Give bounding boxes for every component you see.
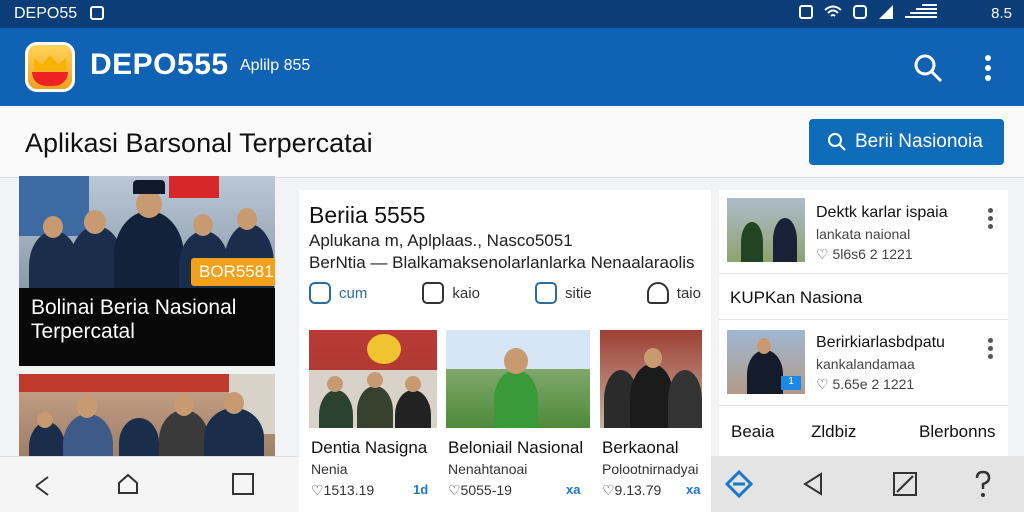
featured-line1: Aplukana m, Aplplaas., Nasco5051 xyxy=(309,231,573,250)
app-nav-bar xyxy=(711,456,1024,512)
page-title: Aplikasi Barsonal Terpercatai xyxy=(25,128,373,158)
thumb-sub: Nenia xyxy=(311,461,348,477)
thumb-sub: Nenahtanoai xyxy=(448,461,528,477)
list-meta: Blerbonns xyxy=(919,422,996,441)
share-icon xyxy=(646,282,669,304)
list-meta: ♡ 5l6s6 2 1221 xyxy=(816,246,913,262)
back-nav-icon[interactable] xyxy=(34,473,60,499)
tag-cum[interactable]: cum xyxy=(309,282,367,304)
home-nav-icon[interactable] xyxy=(116,472,140,496)
notification-icon xyxy=(90,6,104,20)
tag-taio[interactable]: taio xyxy=(646,282,701,304)
recents-nav-icon[interactable] xyxy=(232,473,254,495)
thumb-label: 1d xyxy=(413,482,429,497)
list-title: Dektk karlar ispaia xyxy=(816,204,948,221)
wifi-icon xyxy=(824,5,842,17)
list-meta: ♡ 5.65e 2 1221 xyxy=(816,376,915,392)
crown-icon xyxy=(34,55,66,71)
search-icon xyxy=(828,133,846,151)
battery-icon xyxy=(905,4,937,18)
thumb-card[interactable]: Dentia Nasigna Nenia ♡1513.19 1d xyxy=(309,330,437,512)
thumb-title: Dentia Nasigna xyxy=(311,438,428,457)
featured-title: Beriia 5555 xyxy=(309,202,426,228)
app-name: DEPO555 xyxy=(90,48,229,81)
thumb-meta: ♡5055-19 xyxy=(448,482,512,498)
secondary-news-card[interactable] xyxy=(19,374,275,460)
app-logo xyxy=(25,42,75,92)
heading-row: Aplikasi Barsonal Terpercatai Berii Nasi… xyxy=(0,106,1024,178)
list-item[interactable]: Dektk karlar ispaia lankata naional ♡ 5l… xyxy=(719,190,1008,274)
thumb-title: Berkaonal xyxy=(602,438,679,457)
tag-kaio[interactable]: kaio xyxy=(422,282,480,304)
list-sub: kankalandamaa xyxy=(816,356,915,372)
thumb-photo xyxy=(446,330,590,428)
hero-card[interactable]: BOR5581 Bolinai Beria Nasional Terpercat… xyxy=(19,176,275,366)
thumb-meta: ♡9.13.79 xyxy=(602,482,662,498)
list-item[interactable]: Beaia Zldbiz Blerbonns xyxy=(719,406,1008,456)
thumb-sub: Polootnirnadyai xyxy=(602,461,699,477)
list-sub: Zldbiz xyxy=(811,422,857,441)
more-vert-icon[interactable] xyxy=(988,208,994,232)
thumb-photo xyxy=(600,330,702,428)
thumb-photo xyxy=(309,330,437,428)
news-button[interactable]: Berii Nasionoia xyxy=(809,119,1004,165)
list-thumb xyxy=(727,198,805,262)
help-icon[interactable] xyxy=(973,470,993,498)
list-title: Berirkiarlasbdpatu xyxy=(816,334,945,351)
tag-sitie[interactable]: sitie xyxy=(535,282,592,304)
chart-icon xyxy=(535,282,558,304)
news-thumbnails: Dentia Nasigna Nenia ♡1513.19 1d Belonia… xyxy=(299,324,711,512)
list-item[interactable]: KUPKan Nasiona xyxy=(719,274,1008,320)
thumb-label: xa xyxy=(686,482,701,497)
status-time: 8.5 xyxy=(991,5,1012,22)
status-bar: DEPO55 8.5 xyxy=(0,0,1024,28)
list-item[interactable]: 1 Berirkiarlasbdpatu kankalandamaa ♡ 5.6… xyxy=(719,320,1008,406)
alarm-icon xyxy=(799,5,813,19)
more-vert-icon xyxy=(985,55,991,81)
navigate-icon[interactable] xyxy=(725,470,753,498)
list-title: KUPKan Nasiona xyxy=(730,288,863,307)
smile-icon xyxy=(309,282,331,304)
side-news-list: Dektk karlar ispaia lankata naional ♡ 5l… xyxy=(719,190,1008,456)
sync-icon xyxy=(853,5,867,19)
system-nav-bar xyxy=(0,456,299,512)
featured-card[interactable]: Beriia 5555 Aplukana m, Aplplaas., Nasco… xyxy=(299,190,711,324)
minus-box-icon xyxy=(422,282,445,304)
thumb-card[interactable]: Berkaonal Polootnirnadyai ♡9.13.79 xa xyxy=(600,330,702,512)
thumb-card[interactable]: Beloniail Nasional Nenahtanoai ♡5055-19 … xyxy=(446,330,590,512)
hero-badge: BOR5581 xyxy=(191,258,275,286)
list-badge: 1 xyxy=(781,376,801,390)
back-icon[interactable] xyxy=(801,472,825,496)
list-thumb: 1 xyxy=(727,330,805,394)
featured-tags: cum kaio sitie taio xyxy=(309,282,701,304)
thumb-meta: ♡1513.19 xyxy=(311,482,375,498)
overflow-menu-button[interactable] xyxy=(976,50,1000,86)
more-vert-icon[interactable] xyxy=(988,338,994,362)
thumb-label: xa xyxy=(566,482,581,497)
search-icon xyxy=(914,54,943,83)
list-sub: lankata naional xyxy=(816,226,911,242)
featured-line2: BerNtia — Blalkamaksenolarlanlarka Nenaa… xyxy=(309,253,695,272)
edit-icon[interactable] xyxy=(893,472,917,496)
status-icons xyxy=(798,4,938,20)
app-bar: DEPO555 Aplilp 855 xyxy=(0,28,1024,106)
status-title: DEPO55 xyxy=(14,5,78,22)
signal-icon xyxy=(879,5,893,19)
news-button-label: Berii Nasionoia xyxy=(855,131,983,152)
thumb-title: Beloniail Nasional xyxy=(448,438,584,457)
search-button[interactable] xyxy=(910,50,946,86)
secondary-photo xyxy=(19,374,275,460)
list-title: Beaia xyxy=(731,422,775,441)
hero-caption: Bolinai Beria Nasional Terpercatal xyxy=(19,288,275,366)
app-subtitle: Aplilp 855 xyxy=(240,57,311,74)
